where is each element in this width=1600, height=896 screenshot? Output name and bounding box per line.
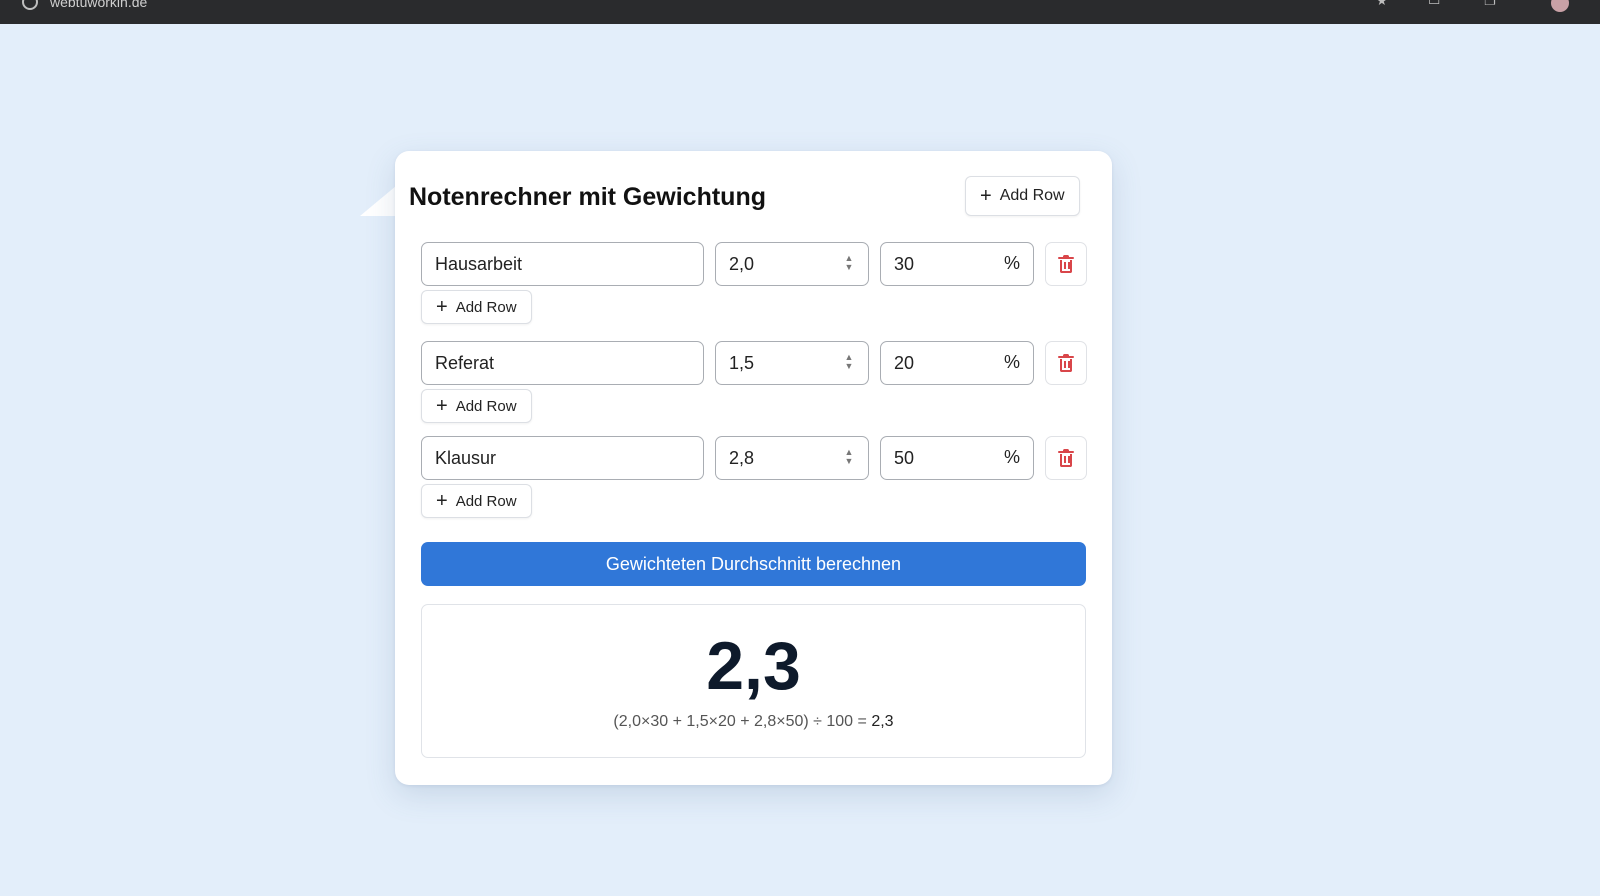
result-value: 2,3 [706, 628, 801, 704]
delete-row-button[interactable] [1045, 436, 1087, 480]
plus-icon: + [436, 395, 448, 417]
add-row-button[interactable]: + Add Row [421, 484, 532, 518]
weight-input[interactable]: 50 % [880, 436, 1034, 480]
subject-name-input[interactable]: Referat [421, 341, 704, 385]
grade-value: 1,5 [729, 352, 755, 373]
grade-input[interactable]: 2,8 ▲ ▼ [715, 436, 869, 480]
add-row-label: Add Row [999, 187, 1065, 204]
trash-icon [1058, 449, 1074, 467]
formula-text: (2,0×30 + 1,5×20 + 2,8×50) ÷ 100 = [613, 713, 867, 730]
url-text[interactable]: webtuworkin.de [50, 0, 147, 10]
add-row-label: Add Row [455, 298, 517, 316]
subject-name-input[interactable]: Hausarbeit [421, 242, 704, 286]
weight-value: 20 [894, 352, 915, 373]
weight-value: 30 [894, 253, 915, 274]
weight-value: 50 [894, 447, 915, 468]
percent-symbol: % [1003, 447, 1020, 467]
add-row-button[interactable]: + Add Row [421, 389, 532, 423]
trash-icon [1058, 354, 1074, 372]
grade-row: Hausarbeit 2,0 ▲ ▼ 30 % [421, 242, 1087, 286]
grade-row: Klausur 2,8 ▲ ▼ 50 % [421, 436, 1087, 480]
subject-name-input[interactable]: Klausur [421, 436, 704, 480]
profile-avatar[interactable] [1551, 0, 1569, 12]
weight-input[interactable]: 20 % [880, 341, 1034, 385]
spinner-icon[interactable]: ▲ ▼ [844, 254, 854, 274]
plus-icon: + [436, 490, 448, 512]
result-panel: 2,3 (2,0×30 + 1,5×20 + 2,8×50) ÷ 100 = 2… [421, 604, 1086, 758]
percent-symbol: % [1003, 352, 1020, 372]
grade-input[interactable]: 2,0 ▲ ▼ [715, 242, 869, 286]
grade-calculator-card: Notenrechner mit Gewichtung + Add Row Ha… [395, 151, 1112, 785]
formula-result: 2,3 [871, 713, 894, 730]
grade-row: Referat 1,5 ▲ ▼ 20 % [421, 341, 1087, 385]
weight-input[interactable]: 30 % [880, 242, 1034, 286]
site-info-icon[interactable] [22, 0, 38, 10]
add-row-label: Add Row [455, 397, 517, 415]
add-row-label: Add Row [455, 492, 517, 510]
calculate-button[interactable]: Gewichteten Durchschnitt berechnen [421, 542, 1086, 586]
percent-symbol: % [1003, 253, 1020, 273]
plus-icon: + [436, 296, 448, 318]
card-notch-decoration [360, 186, 396, 216]
trash-icon [1058, 255, 1074, 273]
page-title: Notenrechner mit Gewichtung [409, 183, 766, 211]
spinner-icon[interactable]: ▲ ▼ [844, 448, 854, 468]
grade-value: 2,8 [729, 447, 755, 468]
spinner-icon[interactable]: ▲ ▼ [844, 353, 854, 373]
result-formula: (2,0×30 + 1,5×20 + 2,8×50) ÷ 100 = 2,3 [422, 713, 1085, 731]
add-row-button[interactable]: + Add Row [421, 290, 532, 324]
browser-toolbar: webtuworkin.de ★ ▭ ❐ [0, 0, 1600, 24]
add-row-button-top[interactable]: + Add Row [965, 176, 1080, 216]
delete-row-button[interactable] [1045, 242, 1087, 286]
extensions-icon[interactable]: ▭ [1428, 0, 1442, 8]
delete-row-button[interactable] [1045, 341, 1087, 385]
window-icon[interactable]: ❐ [1484, 0, 1498, 8]
grade-value: 2,0 [729, 253, 755, 274]
plus-icon: + [980, 185, 992, 207]
bookmark-star-icon[interactable]: ★ [1376, 0, 1390, 8]
grade-input[interactable]: 1,5 ▲ ▼ [715, 341, 869, 385]
